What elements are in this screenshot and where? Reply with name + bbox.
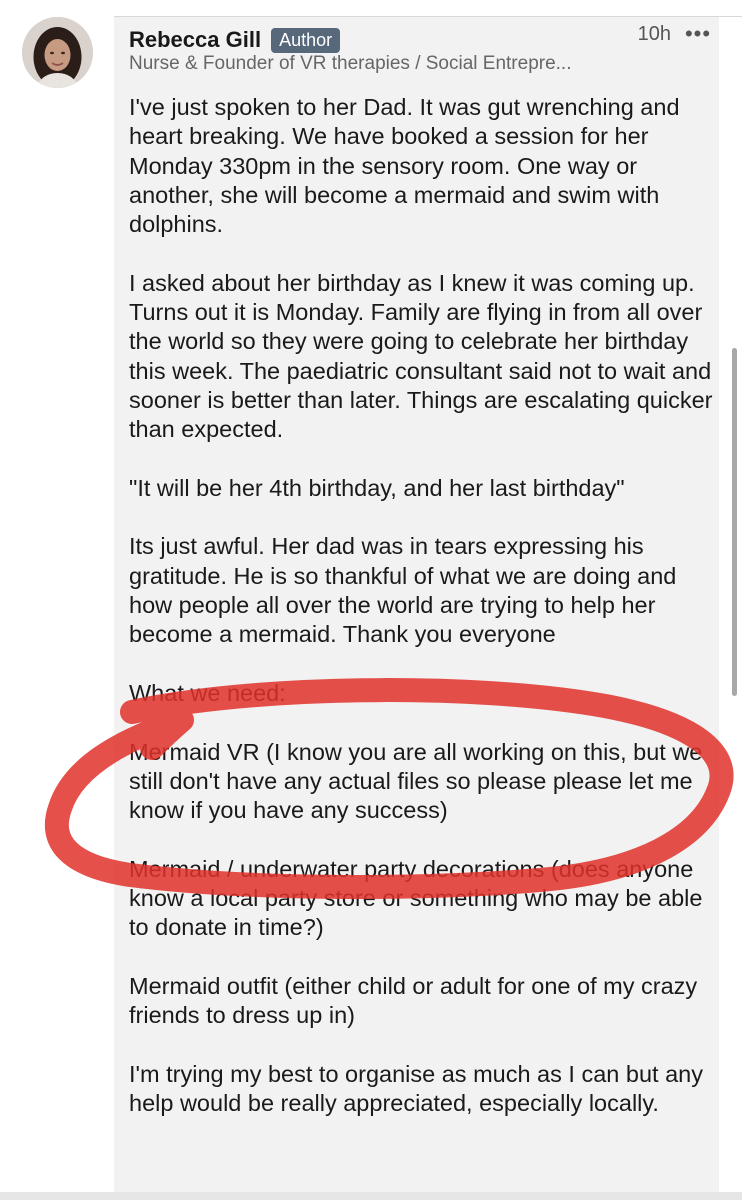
comment-paragraph: Mermaid VR (I know you are all working o… [129,738,703,824]
comment-card: Rebecca Gill Author 10h ••• Nurse & Foun… [114,17,719,1200]
more-options-button[interactable]: ••• [682,19,714,49]
more-horizontal-icon: ••• [684,21,712,46]
comment-paragraph: I've just spoken to her Dad. It was gut … [129,94,680,238]
top-divider [114,0,742,17]
comment-paragraph: Mermaid / underwater party decorations (… [129,855,703,941]
comment-timestamp: 10h [637,23,671,45]
scrollbar-thumb[interactable] [732,348,737,696]
bottom-edge [0,1192,742,1200]
comment-paragraph: Its just awful. Her dad was in tears exp… [129,533,677,648]
comment-paragraph: Mermaid outfit (either child or adult fo… [129,972,698,1029]
avatar-photo [22,17,93,88]
author-badge: Author [271,27,341,53]
avatar[interactable] [22,17,93,88]
comment-paragraph: "It will be her 4th birthday, and her la… [129,474,625,501]
author-headline: Nurse & Founder of VR therapies / Social… [129,53,572,74]
comment-paragraph: I asked about her birthday as I knew it … [129,269,713,443]
comment-body: I've just spoken to her Dad. It was gut … [129,93,719,1148]
comment-screen: Rebecca Gill Author 10h ••• Nurse & Foun… [0,0,742,1200]
comment-paragraph: What we need: [129,679,286,706]
author-name[interactable]: Rebecca Gill [129,27,261,53]
comment-paragraph: I'm trying my best to organise as much a… [129,1060,703,1117]
